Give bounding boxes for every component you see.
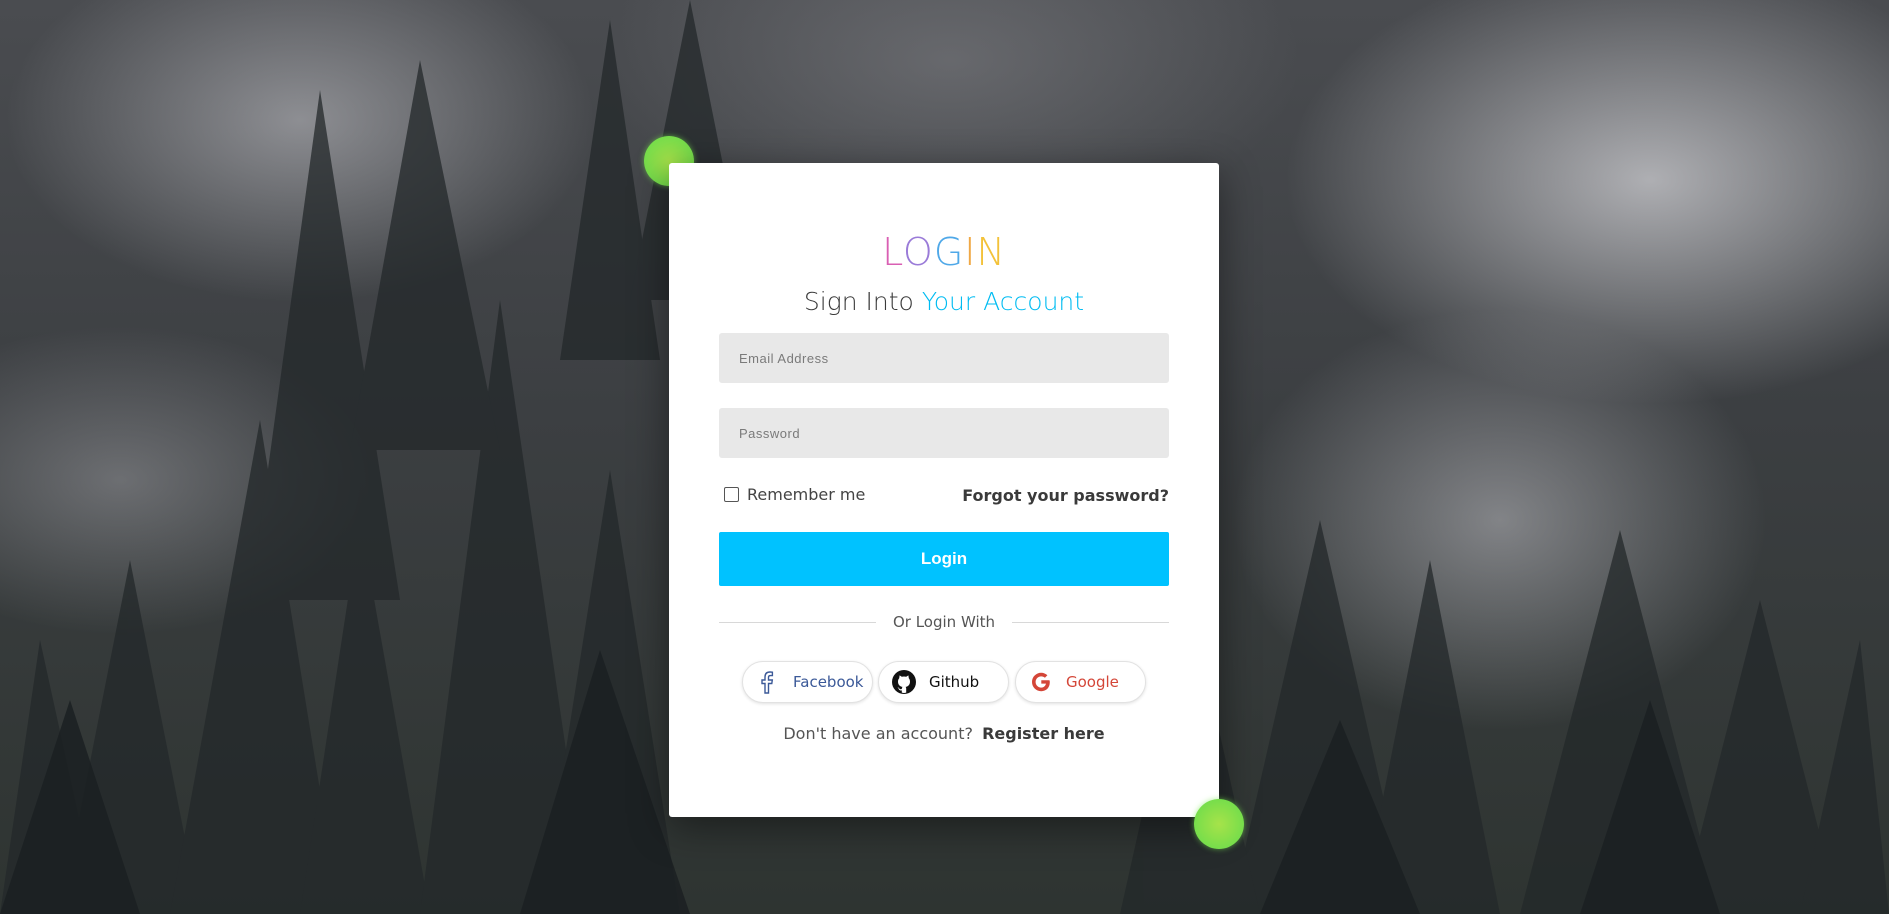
github-label: Github <box>929 673 980 691</box>
logo-letter: I <box>964 230 977 274</box>
logo-letter: G <box>933 230 965 274</box>
divider-right <box>1012 622 1169 623</box>
logo-letter: O <box>902 230 934 274</box>
password-field[interactable] <box>719 408 1169 458</box>
register-text: Don't have an account? <box>783 724 973 743</box>
logo-letter: N <box>976 230 1006 274</box>
github-login-button[interactable]: Github <box>878 661 1009 703</box>
subtitle-prefix: Sign Into <box>803 287 914 316</box>
remember-me[interactable]: Remember me <box>724 485 865 504</box>
login-card: LOGIN Sign Into Your Account Remember me… <box>669 163 1219 817</box>
register-link[interactable]: Register here <box>982 724 1105 743</box>
facebook-label: Facebook <box>793 673 864 691</box>
google-label: Google <box>1066 673 1119 691</box>
facebook-login-button[interactable]: Facebook <box>742 661 873 703</box>
facebook-icon <box>755 669 781 695</box>
email-field[interactable] <box>719 333 1169 383</box>
login-logo: LOGIN <box>669 230 1219 274</box>
google-icon <box>1028 669 1054 695</box>
login-button[interactable]: Login <box>719 532 1169 586</box>
register-prompt: Don't have an account? Register here <box>669 724 1219 743</box>
logo-letter: L <box>882 230 903 274</box>
google-login-button[interactable]: Google <box>1015 661 1146 703</box>
remember-checkbox[interactable] <box>724 487 739 502</box>
subtitle-accent: Your Account <box>921 287 1085 316</box>
forgot-password-link[interactable]: Forgot your password? <box>962 486 1169 505</box>
page-subtitle: Sign Into Your Account <box>669 285 1219 319</box>
github-icon <box>891 669 917 695</box>
decorative-dot-bottom-right <box>1194 799 1244 849</box>
remember-label: Remember me <box>747 485 866 504</box>
